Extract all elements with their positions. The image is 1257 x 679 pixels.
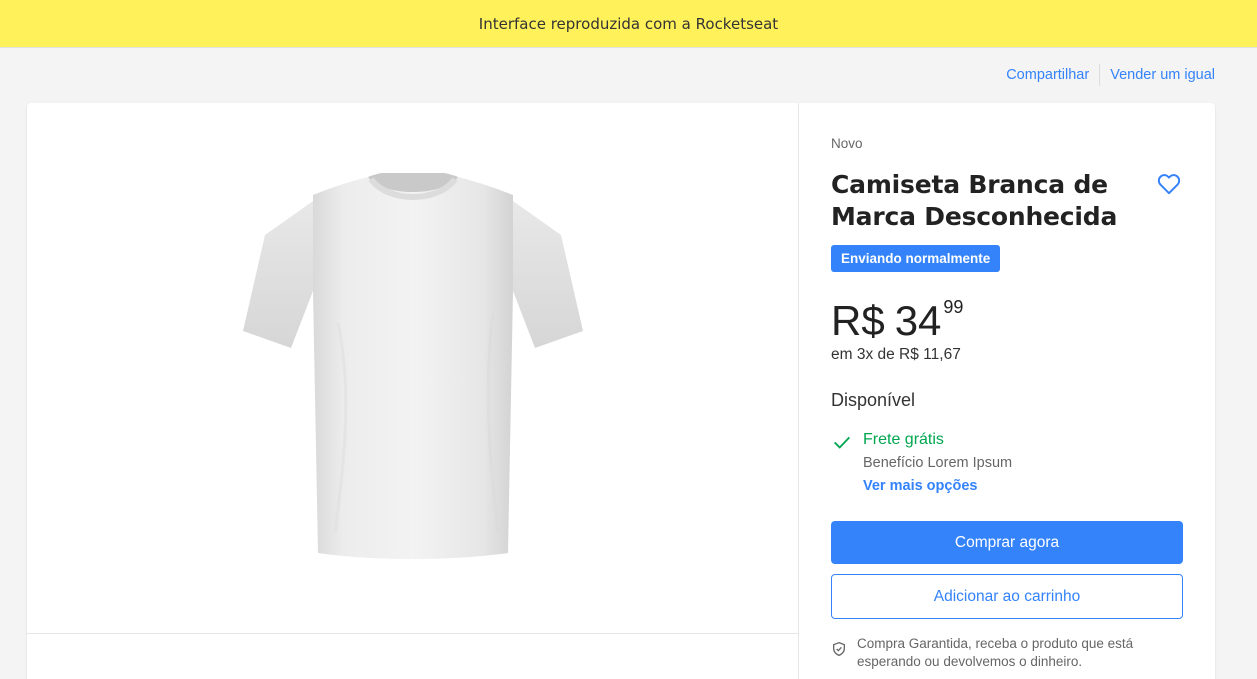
check-icon	[834, 436, 850, 449]
link-divider	[1099, 64, 1101, 86]
top-banner: Interface reproduzida com a Rocketseat	[0, 0, 1257, 47]
column-divider	[798, 103, 799, 679]
product-condition: Novo	[831, 136, 863, 151]
shipping-benefit-text: Benefício Lorem Ipsum	[863, 455, 1013, 471]
shipping-info: Frete grátis Benefício Lorem Ipsum Ver m…	[831, 429, 1012, 497]
share-link[interactable]: Compartilhar	[1006, 67, 1089, 83]
guarantee-text: Compra Garantida, receba o produto que e…	[857, 636, 1134, 669]
top-links: Compartilhar Vender um igual	[1006, 64, 1215, 86]
stock-status: Disponível	[831, 390, 916, 410]
sell-similar-link[interactable]: Vender um igual	[1110, 67, 1215, 83]
price-cents: 99	[943, 297, 964, 317]
price-integer: 34	[894, 297, 942, 344]
buy-now-button[interactable]: Comprar agora	[831, 521, 1183, 564]
product-image[interactable]	[242, 173, 583, 563]
heart-outline-icon[interactable]	[1156, 171, 1182, 197]
product-title: Camiseta Branca de Marca Desconhecida	[831, 170, 1118, 231]
free-shipping-text: Frete grátis	[863, 431, 944, 448]
price: R$ 34 99	[831, 293, 963, 349]
more-options-link[interactable]: Ver mais opções	[863, 475, 1012, 497]
installments-text: em 3x de R$ 11,67	[831, 346, 961, 363]
purchase-guarantee: Compra Garantida, receba o produto que e…	[831, 635, 1183, 671]
banner-text: Interface reproduzida com a Rocketseat	[478, 14, 779, 33]
add-to-cart-button[interactable]: Adicionar ao carrinho	[831, 574, 1183, 619]
shield-check-icon	[833, 641, 845, 657]
product-gallery	[27, 103, 798, 633]
price-currency: R$	[831, 297, 885, 344]
shipping-status-badge: Enviando normalmente	[831, 245, 1001, 272]
gallery-divider	[27, 633, 798, 634]
product-card: Novo Camiseta Branca de Marca Desconheci…	[27, 103, 1215, 679]
